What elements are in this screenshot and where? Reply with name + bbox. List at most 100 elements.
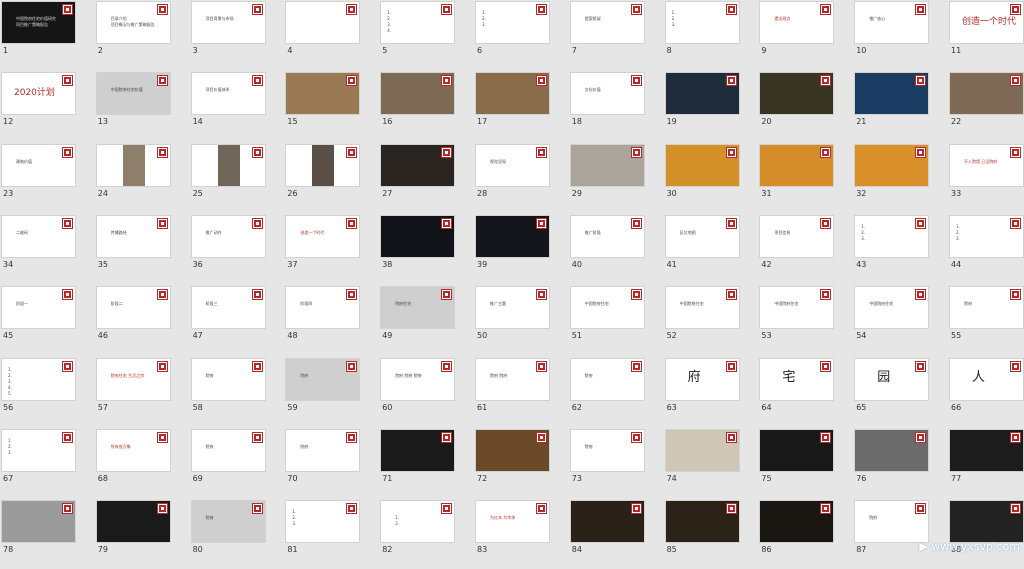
slide-preview[interactable] — [760, 501, 834, 543]
slide-preview[interactable] — [665, 144, 739, 186]
slide-thumbnail-12[interactable]: 2020计划 12 — [0, 71, 95, 141]
slide-thumbnail-6[interactable]: 1. 2. 3. 6 — [474, 0, 569, 70]
slide-thumbnail-82[interactable]: 1. 2. 82 — [379, 499, 474, 569]
slide-preview[interactable] — [381, 215, 455, 257]
slide-thumbnail-48[interactable]: 阶段四 48 — [284, 285, 379, 355]
slide-thumbnail-35[interactable]: 传播路径 35 — [95, 214, 190, 284]
slide-preview[interactable]: 二维码 — [2, 215, 75, 257]
slide-preview[interactable]: 中国院府住宅 — [855, 287, 929, 329]
slide-thumbnail-15[interactable]: 15 — [284, 71, 379, 141]
slide-thumbnail-41[interactable]: 区位地图 41 — [664, 214, 759, 284]
slide-preview[interactable]: 院府 — [855, 501, 929, 543]
slide-thumbnail-73[interactable]: 院府 73 — [569, 428, 664, 498]
slide-thumbnail-69[interactable]: 院府 69 — [190, 428, 285, 498]
slide-preview[interactable] — [855, 144, 929, 186]
slide-thumbnail-3[interactable]: 项目背景与市场 3 — [190, 0, 285, 70]
slide-thumbnail-31[interactable]: 31 — [758, 143, 853, 213]
slide-preview[interactable]: 项目背景与市场 — [191, 2, 265, 43]
slide-preview[interactable] — [96, 144, 170, 186]
slide-preview[interactable]: 中国院府住宅 — [570, 287, 644, 329]
slide-thumbnail-7[interactable]: 提案框架 7 — [569, 0, 664, 70]
slide-thumbnail-51[interactable]: 中国院府住宅 51 — [569, 285, 664, 355]
slide-thumbnail-66[interactable]: 人 66 — [948, 357, 1024, 427]
slide-thumbnail-81[interactable]: 1. 2. 3. 81 — [284, 499, 379, 569]
slide-preview[interactable]: 目录介绍 项目概况与推广策略报告 — [96, 2, 170, 43]
slide-preview[interactable] — [665, 501, 739, 543]
slide-thumbnail-83[interactable]: 为红本 为传承 83 — [474, 499, 569, 569]
slide-thumbnail-30[interactable]: 30 — [664, 143, 759, 213]
slide-thumbnail-2[interactable]: 目录介绍 项目概况与推广策略报告 2 — [95, 0, 190, 70]
slide-thumbnail-26[interactable]: 26 — [284, 143, 379, 213]
slide-preview[interactable]: 院府 院府 院府 — [381, 358, 455, 400]
slide-thumbnail-23[interactable]: 建筑价值 23 — [0, 143, 95, 213]
slide-preview[interactable]: 中国院府住宅价值 — [96, 73, 170, 115]
slide-thumbnail-50[interactable]: 推广主题 50 — [474, 285, 569, 355]
slide-preview[interactable]: 视觉呈现 — [476, 144, 549, 186]
slide-thumbnail-38[interactable]: 38 — [379, 214, 474, 284]
slide-preview[interactable]: 中国院府住宅 — [760, 287, 834, 329]
slide-thumbnail-10[interactable]: 推广核心 10 — [853, 0, 948, 70]
slide-thumbnail-11[interactable]: 创造一个时代 11 — [948, 0, 1024, 70]
slide-preview[interactable] — [760, 73, 834, 115]
slide-thumbnail-74[interactable]: 74 — [664, 428, 759, 498]
slide-preview[interactable]: 宅 — [760, 358, 834, 400]
slide-preview[interactable]: 提案框架 — [570, 2, 644, 43]
slide-thumbnail-58[interactable]: 院府 58 — [190, 357, 285, 427]
slide-thumbnail-62[interactable]: 院府 62 — [569, 357, 664, 427]
slide-preview[interactable] — [950, 501, 1023, 543]
slide-thumbnail-71[interactable]: 71 — [379, 428, 474, 498]
slide-thumbnail-64[interactable]: 宅 64 — [758, 357, 853, 427]
slide-thumbnail-80[interactable]: 院府 80 — [190, 499, 285, 569]
slide-preview[interactable]: 为红本 为传承 — [476, 501, 549, 543]
slide-preview[interactable]: 院府 — [570, 358, 644, 400]
slide-thumbnail-57[interactable]: 院府住宅 生活之宗 57 — [95, 357, 190, 427]
slide-thumbnail-16[interactable]: 16 — [379, 71, 474, 141]
slide-thumbnail-55[interactable]: 院府 55 — [948, 285, 1024, 355]
slide-preview[interactable]: 不入院墙 已见院府 — [950, 144, 1023, 186]
slide-preview[interactable]: 院府 — [570, 429, 644, 471]
slide-preview[interactable] — [381, 73, 455, 115]
slide-preview[interactable]: 阶段四 — [286, 287, 360, 329]
slide-preview[interactable] — [570, 144, 644, 186]
slide-preview[interactable]: 提出观点 — [760, 2, 834, 43]
slide-preview[interactable]: 1. 2. — [381, 501, 455, 543]
slide-thumbnail-59[interactable]: 院府 59 — [284, 357, 379, 427]
slide-preview[interactable]: 所有皆万象 — [96, 429, 170, 471]
slide-preview[interactable] — [381, 144, 455, 186]
slide-thumbnail-52[interactable]: 中国院府住宅 52 — [664, 285, 759, 355]
slide-thumbnail-70[interactable]: 院府 70 — [284, 428, 379, 498]
slide-preview[interactable]: 院府 — [286, 429, 360, 471]
slide-preview[interactable]: 2020计划 — [2, 73, 75, 115]
slide-preview[interactable] — [191, 144, 265, 186]
slide-preview[interactable]: 创造一个时代 — [286, 215, 360, 257]
slide-preview[interactable]: 推广主题 — [476, 287, 549, 329]
slide-thumbnail-37[interactable]: 创造一个时代 37 — [284, 214, 379, 284]
slide-thumbnail-65[interactable]: 园 65 — [853, 357, 948, 427]
slide-thumbnail-21[interactable]: 21 — [853, 71, 948, 141]
slide-preview[interactable]: 1. 2. 3. — [950, 215, 1023, 257]
slide-thumbnail-40[interactable]: 推广阶段 40 — [569, 214, 664, 284]
slide-preview[interactable]: 院府 院府 — [476, 358, 549, 400]
slide-preview[interactable] — [855, 429, 929, 471]
slide-preview[interactable]: 文化价值 — [570, 73, 644, 115]
slide-thumbnail-24[interactable]: 24 — [95, 143, 190, 213]
slide-thumbnail-47[interactable]: 阶段三 47 — [190, 285, 285, 355]
slide-thumbnail-54[interactable]: 中国院府住宅 54 — [853, 285, 948, 355]
slide-preview[interactable]: 院府住宅 生活之宗 — [96, 358, 170, 400]
slide-thumbnail-46[interactable]: 阶段二 46 — [95, 285, 190, 355]
slide-preview[interactable]: 府 — [665, 358, 739, 400]
slide-preview[interactable] — [286, 73, 360, 115]
slide-thumbnail-39[interactable]: 39 — [474, 214, 569, 284]
slide-preview[interactable]: 1. 2. 3. — [855, 215, 929, 257]
slide-preview[interactable] — [381, 429, 455, 471]
slide-thumbnail-45[interactable]: 阶段一 45 — [0, 285, 95, 355]
slide-thumbnail-33[interactable]: 不入院墙 已见院府 33 — [948, 143, 1024, 213]
slide-thumbnail-75[interactable]: 75 — [758, 428, 853, 498]
slide-preview[interactable] — [950, 429, 1023, 471]
slide-thumbnail-13[interactable]: 中国院府住宅价值 13 — [95, 71, 190, 141]
slide-preview[interactable]: 区位地图 — [665, 215, 739, 257]
slide-preview[interactable] — [476, 429, 549, 471]
slide-thumbnail-76[interactable]: 76 — [853, 428, 948, 498]
slide-thumbnail-4[interactable]: 4 — [284, 0, 379, 70]
slide-thumbnail-20[interactable]: 20 — [758, 71, 853, 141]
